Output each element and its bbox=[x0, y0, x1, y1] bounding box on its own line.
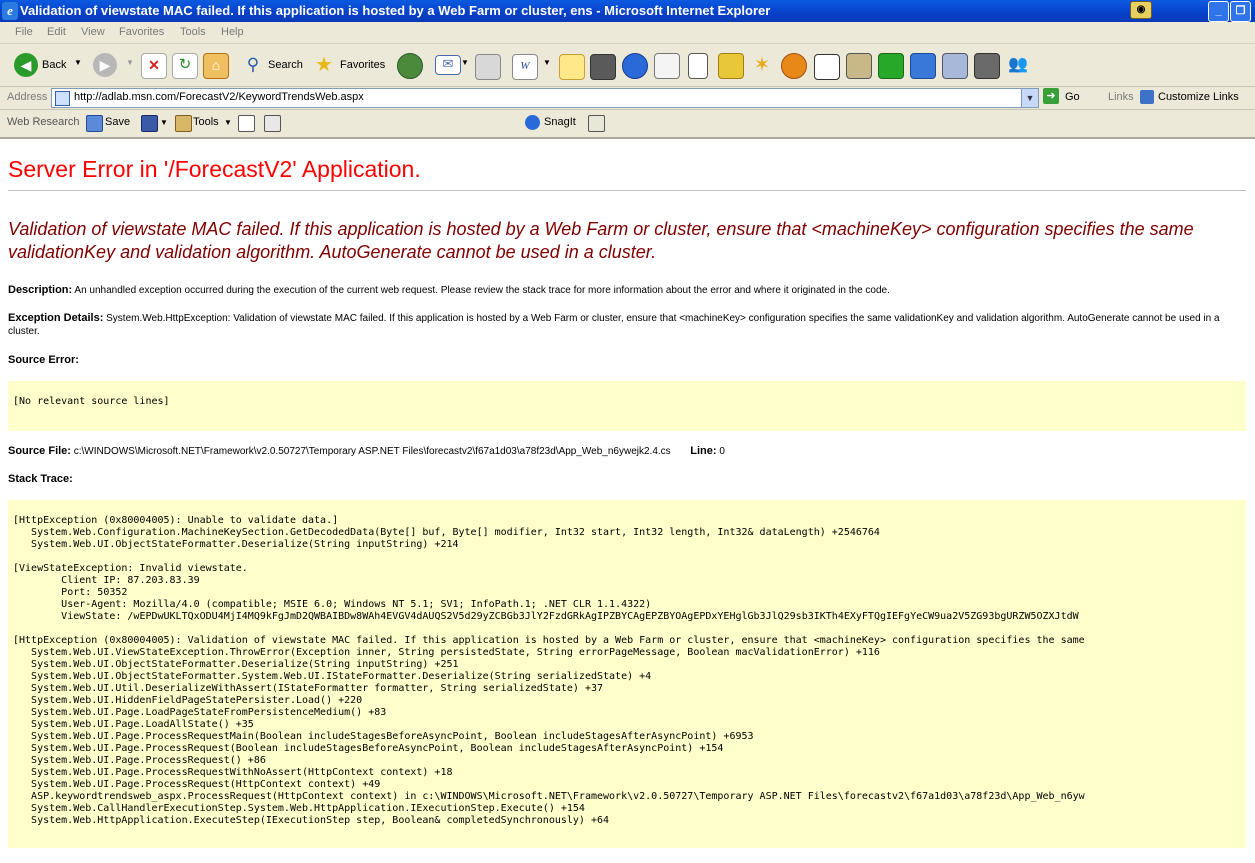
go-button[interactable]: Go bbox=[1065, 91, 1080, 103]
customize-links-icon[interactable] bbox=[1140, 90, 1154, 104]
blue-arrows-icon[interactable] bbox=[910, 53, 936, 79]
disk-dropdown-icon[interactable]: ▼ bbox=[160, 118, 168, 127]
address-url[interactable]: http://adlab.msn.com/ForecastV2/KeywordT… bbox=[74, 91, 364, 103]
description-text: An unhandled exception occurred during t… bbox=[74, 285, 890, 296]
edit-dropdown-icon[interactable]: ▼ bbox=[543, 58, 551, 67]
mail-icon[interactable]: ✉ bbox=[435, 55, 461, 75]
history-icon[interactable] bbox=[397, 53, 423, 79]
menu-view[interactable]: View bbox=[81, 26, 105, 38]
snagit-button[interactable]: SnagIt bbox=[544, 116, 576, 128]
tools-wrench-icon[interactable] bbox=[175, 115, 192, 132]
favorites-button-label[interactable]: Favorites bbox=[340, 59, 385, 71]
minimize-button[interactable]: _ bbox=[1208, 1, 1229, 22]
disk-icon[interactable] bbox=[141, 115, 158, 132]
standard-toolbar: ◀ Back ▼ ▶ ▼ ✕ ↻ ⌂ ⚲ Search ★ Favorites … bbox=[0, 44, 1255, 87]
search-icon[interactable]: ⚲ bbox=[241, 53, 265, 77]
search-button-label[interactable]: Search bbox=[268, 59, 303, 71]
grid-icon[interactable] bbox=[846, 53, 872, 79]
menu-favorites[interactable]: Favorites bbox=[119, 26, 164, 38]
customize-links-button[interactable]: Customize Links bbox=[1158, 91, 1239, 103]
exception-text: System.Web.HttpException: Validation of … bbox=[8, 313, 1220, 337]
stack-trace-label: Stack Trace: bbox=[8, 473, 73, 485]
line-label: Line: bbox=[690, 445, 717, 457]
address-label: Address bbox=[7, 91, 48, 103]
mail-dropdown-icon[interactable]: ▼ bbox=[461, 58, 469, 67]
eye-icon[interactable]: ◉ bbox=[1130, 1, 1152, 19]
menu-tools[interactable]: Tools bbox=[180, 26, 206, 38]
stop-icon[interactable]: ✕ bbox=[141, 53, 167, 79]
exception-label: Exception Details: bbox=[8, 312, 104, 324]
research-tools-button[interactable]: Tools bbox=[193, 116, 219, 128]
stack-trace-box: [HttpException (0x80004005): Unable to v… bbox=[8, 500, 1246, 848]
error-message: Validation of viewstate MAC failed. If t… bbox=[8, 219, 1194, 262]
source-error-section: Source Error: bbox=[8, 354, 1246, 367]
description-section: Description: An unhandled exception occu… bbox=[8, 284, 1246, 297]
divider bbox=[8, 190, 1246, 191]
exception-section: Exception Details: System.Web.HttpExcept… bbox=[8, 312, 1246, 338]
source-error-label: Source Error: bbox=[8, 354, 79, 366]
green-robot-icon[interactable] bbox=[878, 53, 904, 79]
line-number: 0 bbox=[719, 446, 725, 457]
source-error-box: [No relevant source lines] bbox=[8, 381, 1246, 431]
stack-trace-section: Stack Trace: bbox=[8, 473, 1246, 486]
capture-icon[interactable] bbox=[264, 115, 281, 132]
forward-arrow-icon[interactable]: ▶ bbox=[93, 53, 117, 77]
tools-icon[interactable] bbox=[942, 53, 968, 79]
address-input[interactable]: http://adlab.msn.com/ForecastV2/KeywordT… bbox=[51, 88, 1039, 108]
research-toolbar: Web Research Save ▼ Tools ▼ SnagIt bbox=[0, 110, 1255, 139]
page-content: Server Error in '/ForecastV2' Applicatio… bbox=[0, 139, 1255, 863]
globe-icon[interactable] bbox=[622, 53, 648, 79]
web-research-label[interactable]: Web Research bbox=[7, 116, 80, 128]
favorites-star-icon[interactable]: ★ bbox=[312, 53, 336, 77]
window-icon[interactable] bbox=[814, 54, 840, 80]
refresh-icon[interactable]: ↻ bbox=[172, 53, 198, 79]
forward-dropdown-icon[interactable]: ▼ bbox=[126, 58, 134, 67]
menu-help[interactable]: Help bbox=[221, 26, 244, 38]
source-file-label: Source File: bbox=[8, 445, 71, 457]
address-dropdown-icon[interactable]: ▼ bbox=[1021, 89, 1038, 107]
people-icon[interactable]: 👥 bbox=[1006, 53, 1030, 77]
dark-list-icon[interactable] bbox=[974, 53, 1000, 79]
go-arrow-icon[interactable]: ➜ bbox=[1043, 88, 1059, 104]
home-icon[interactable]: ⌂ bbox=[203, 53, 229, 79]
window-title: Validation of viewstate MAC failed. If t… bbox=[20, 3, 771, 18]
edit-word-icon[interactable]: W bbox=[512, 54, 538, 80]
back-arrow-icon[interactable]: ◀ bbox=[14, 53, 38, 77]
sparkle-icon[interactable]: ✶ bbox=[750, 53, 774, 77]
source-file-path: c:\WINDOWS\Microsoft.NET\Framework\v2.0.… bbox=[73, 446, 671, 457]
messenger-icon[interactable] bbox=[718, 53, 744, 79]
menu-file[interactable]: File bbox=[15, 26, 33, 38]
source-file-section: Source File: c:\WINDOWS\Microsoft.NET\Fr… bbox=[8, 445, 1246, 458]
error-heading: Server Error in '/ForecastV2' Applicatio… bbox=[8, 156, 421, 182]
toolbar-cube-icon[interactable] bbox=[590, 54, 616, 80]
orange-globe-icon[interactable] bbox=[781, 53, 807, 79]
description-label: Description: bbox=[8, 284, 73, 296]
ie-logo-icon: e bbox=[2, 2, 18, 20]
restore-button[interactable]: ❐ bbox=[1230, 1, 1251, 22]
device-icon[interactable] bbox=[688, 53, 708, 79]
snagit-icon[interactable] bbox=[525, 115, 540, 130]
page-icon bbox=[55, 91, 70, 106]
stack-trace-text: [HttpException (0x80004005): Unable to v… bbox=[13, 515, 1085, 826]
source-error-text: [No relevant source lines] bbox=[13, 396, 170, 407]
window-title-bar[interactable]: e Validation of viewstate MAC failed. If… bbox=[0, 0, 1255, 22]
back-dropdown-icon[interactable]: ▼ bbox=[74, 58, 82, 67]
download-icon[interactable] bbox=[238, 115, 255, 132]
tools-dropdown-icon[interactable]: ▼ bbox=[224, 118, 232, 127]
save-button[interactable]: Save bbox=[105, 116, 130, 128]
notes-icon[interactable] bbox=[559, 54, 585, 80]
back-button-label[interactable]: Back bbox=[42, 59, 66, 71]
menu-bar: File Edit View Favorites Tools Help bbox=[0, 22, 1255, 44]
snagit-capture-icon[interactable] bbox=[588, 115, 605, 132]
address-bar: Address http://adlab.msn.com/ForecastV2/… bbox=[0, 87, 1255, 110]
print-icon[interactable] bbox=[475, 54, 501, 80]
save-icon[interactable] bbox=[86, 115, 103, 132]
links-label[interactable]: Links bbox=[1108, 91, 1134, 103]
document-icon[interactable] bbox=[654, 53, 680, 79]
menu-edit[interactable]: Edit bbox=[47, 26, 66, 38]
